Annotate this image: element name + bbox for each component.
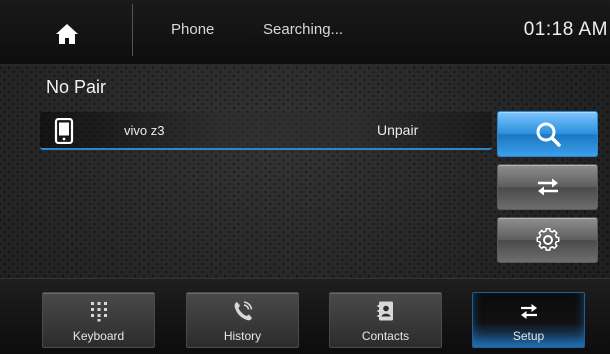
tab-contacts-label: Contacts — [361, 329, 410, 343]
clock: 01:18 AM — [523, 19, 608, 40]
tab-contacts[interactable]: Contacts — [329, 292, 442, 348]
switch-device-button[interactable] — [497, 164, 598, 210]
unpair-button[interactable]: Unpair — [377, 122, 418, 138]
swap-arrows-icon — [537, 178, 558, 196]
tab-setup[interactable]: Setup — [472, 292, 585, 348]
tab-history[interactable]: History — [186, 292, 299, 348]
contact-book-icon — [377, 301, 393, 321]
gear-icon — [536, 227, 559, 251]
tab-setup-label: Setup — [512, 329, 545, 343]
phone-screen: Phone Searching... 01:18 AM No Pair vivo… — [0, 0, 610, 354]
search-device-button[interactable] — [497, 111, 598, 157]
header-divider — [132, 4, 133, 56]
search-icon — [536, 122, 561, 147]
header-bar: Phone Searching... 01:18 AM — [0, 0, 610, 65]
home-button[interactable] — [32, 12, 102, 56]
phone-device-icon — [54, 118, 74, 144]
keypad-icon — [90, 302, 107, 322]
home-icon — [56, 24, 78, 44]
connection-status: Searching... — [263, 21, 344, 38]
device-list-item[interactable]: vivo z3 Unpair — [40, 112, 492, 150]
tab-history-label: History — [223, 329, 262, 343]
bluetooth-settings-button[interactable] — [497, 217, 598, 263]
swap-arrows-icon — [520, 304, 537, 319]
device-name: vivo z3 — [124, 123, 165, 138]
source-title: Phone — [171, 21, 215, 38]
tab-keyboard-label: Keyboard — [72, 329, 125, 343]
phone-call-icon — [234, 301, 252, 321]
bottom-nav-bar: Keyboard History Contacts Setup — [0, 278, 610, 354]
pair-status-label: No Pair — [46, 77, 107, 97]
tab-keyboard[interactable]: Keyboard — [42, 292, 155, 348]
